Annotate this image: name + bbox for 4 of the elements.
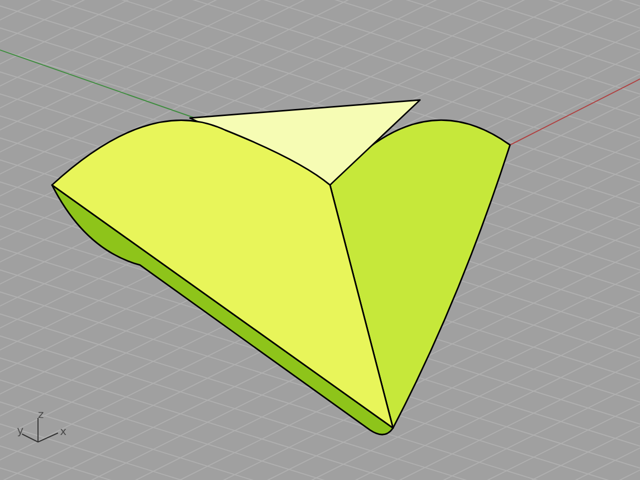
y-axis-label: y	[17, 425, 24, 437]
axis-gizmo-drawing	[22, 418, 58, 442]
x-axis-label: x	[60, 426, 67, 438]
z-axis-label: z	[38, 409, 44, 421]
